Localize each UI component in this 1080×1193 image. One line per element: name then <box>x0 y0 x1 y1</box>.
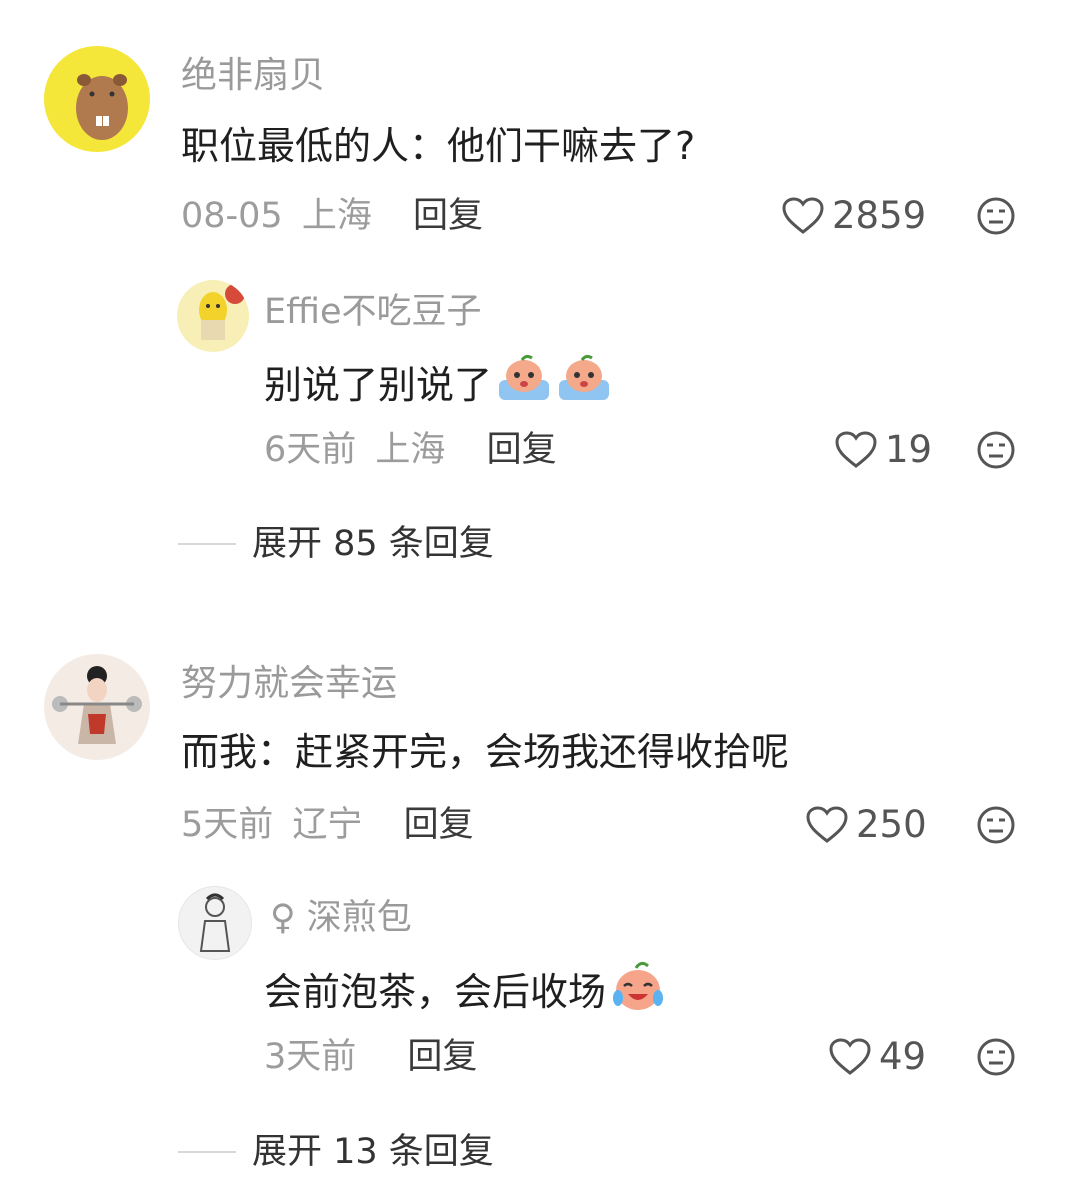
comment-meta: 08-05 上海 回复 <box>181 194 483 238</box>
like-button[interactable]: 2859 <box>782 194 926 238</box>
reply-button[interactable]: 回复 <box>487 430 557 470</box>
username[interactable]: ♀ 深煎包 <box>270 896 412 940</box>
meh-face-icon <box>977 431 1015 469</box>
comment-location: 辽宁 <box>292 805 363 845</box>
like-button[interactable]: 250 <box>806 803 927 847</box>
heart-icon <box>782 197 824 234</box>
reply-meta: 6天前 上海 回复 <box>264 428 557 472</box>
illustrated-woman-avatar-icon <box>52 666 142 744</box>
lemon-character-avatar-icon <box>199 284 245 340</box>
dislike-button[interactable] <box>976 430 1016 474</box>
heart-icon <box>829 1038 871 1075</box>
comment-date: 5天前 <box>181 805 274 845</box>
like-button[interactable]: 19 <box>835 428 932 472</box>
dislike-button[interactable] <box>976 805 1016 849</box>
expand-replies-label: 展开 85 条回复 <box>252 524 494 564</box>
dislike-button[interactable] <box>976 1037 1016 1081</box>
crying-peach-emoji <box>496 354 552 415</box>
username[interactable]: Effie不吃豆子 <box>264 290 482 334</box>
meh-face-icon <box>977 197 1015 235</box>
reply-meta: 3天前 回复 <box>264 1035 477 1079</box>
heart-icon <box>835 431 877 468</box>
comment-text: 而我：赶紧开完，会场我还得收拾呢 <box>181 730 790 774</box>
female-gender-icon: ♀ <box>270 898 296 938</box>
reply-button[interactable]: 回复 <box>407 1037 477 1077</box>
divider <box>178 1151 236 1153</box>
reply-button[interactable]: 回复 <box>404 805 474 845</box>
heart-icon <box>806 806 848 843</box>
avatar[interactable] <box>44 46 150 152</box>
reply-text: 会前泡茶，会后收场 <box>264 960 666 1023</box>
meh-face-icon <box>977 1038 1015 1076</box>
divider <box>178 543 236 545</box>
avatar[interactable] <box>178 886 252 960</box>
username[interactable]: 努力就会幸运 <box>181 662 397 706</box>
like-count: 49 <box>879 1035 927 1078</box>
reply-date: 6天前 <box>264 430 357 470</box>
expand-replies-button[interactable]: 展开 13 条回复 <box>178 1130 494 1174</box>
username[interactable]: 绝非扇贝 <box>181 54 325 98</box>
comment-meta: 5天前 辽宁 回复 <box>181 803 474 847</box>
reply-date: 3天前 <box>264 1037 357 1077</box>
comment-location: 上海 <box>301 196 372 236</box>
sketch-woman-avatar-icon <box>199 893 231 952</box>
like-count: 250 <box>856 803 927 846</box>
crying-laugh-peach-emoji <box>610 960 666 1023</box>
avatar[interactable] <box>44 654 150 760</box>
like-count: 2859 <box>832 194 927 237</box>
dislike-button[interactable] <box>976 196 1016 240</box>
capybara-avatar-icon <box>76 74 128 140</box>
like-button[interactable]: 49 <box>829 1035 926 1079</box>
reply-location: 上海 <box>375 430 446 470</box>
avatar[interactable] <box>177 280 249 352</box>
like-count: 19 <box>885 428 933 471</box>
comment-text: 职位最低的人：他们干嘛去了? <box>181 124 696 168</box>
crying-peach-emoji <box>556 354 612 415</box>
comment-date: 08-05 <box>181 196 283 236</box>
reply-button[interactable]: 回复 <box>413 196 483 236</box>
meh-face-icon <box>977 806 1015 844</box>
expand-replies-label: 展开 13 条回复 <box>252 1132 494 1172</box>
reply-text: 别说了别说了 <box>264 354 612 415</box>
expand-replies-button[interactable]: 展开 85 条回复 <box>178 522 494 566</box>
